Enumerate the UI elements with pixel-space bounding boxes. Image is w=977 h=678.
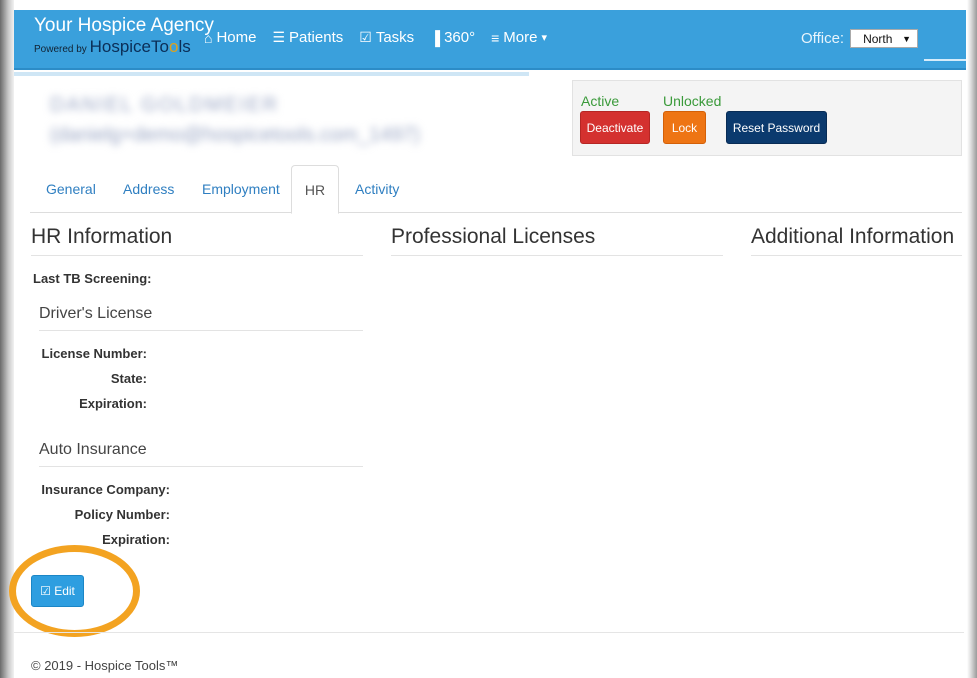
highlight-ring-annotation <box>9 545 140 637</box>
nav-more-label: More <box>503 29 538 46</box>
nav-patients[interactable]: ☰ Patients <box>272 29 343 46</box>
header-divider <box>14 72 529 76</box>
user-name: DANIEL GOLDMEIER <box>50 94 280 116</box>
home-icon: ⌂ <box>204 29 213 46</box>
policy-number-label: Policy Number: <box>74 507 170 522</box>
deactivate-button[interactable]: Deactivate <box>580 111 650 144</box>
page-shadow-right <box>967 0 977 678</box>
active-status-label: Active <box>581 93 620 109</box>
footer-copyright: © 2019 - Hospice Tools™ <box>31 658 179 673</box>
license-number-label: License Number: <box>41 346 147 361</box>
tab-hr[interactable]: HR <box>291 165 339 214</box>
tab-activity[interactable]: Activity <box>355 165 399 213</box>
reset-password-button[interactable]: Reset Password <box>726 111 827 144</box>
hr-information-heading: HR Information <box>31 225 363 256</box>
last-tb-screening-label: Last TB Screening: <box>33 271 152 286</box>
agency-name: Your Hospice Agency <box>34 15 214 36</box>
office-value: North <box>863 32 893 46</box>
powered-by-logo: Powered by HospiceTools <box>34 38 214 59</box>
nav-360[interactable]: ▐ 360° <box>430 29 475 46</box>
menu-icon: ≡ <box>491 29 500 46</box>
additional-information-heading: Additional Information <box>751 225 962 256</box>
lock-button[interactable]: Lock <box>663 111 706 144</box>
office-select[interactable]: North ▼ <box>850 29 919 48</box>
tab-address[interactable]: Address <box>123 165 174 213</box>
tab-general[interactable]: General <box>46 165 96 213</box>
license-expiration-label: Expiration: <box>79 396 147 411</box>
nav-more[interactable]: ≡ More ▾ <box>491 29 547 46</box>
nav-home-label: Home <box>216 29 257 46</box>
dropdown-caret-icon: ▼ <box>902 34 912 44</box>
tab-employment[interactable]: Employment <box>202 165 280 213</box>
state-label: State: <box>110 371 147 386</box>
office-label: Office: <box>801 30 845 47</box>
nav-tasks[interactable]: ☑ Tasks <box>359 29 414 46</box>
checkbox-icon: ☑ <box>359 29 372 45</box>
chevron-down-icon: ▾ <box>541 32 547 44</box>
powered-by-text: Powered by <box>34 44 87 55</box>
auto-insurance-heading: Auto Insurance <box>39 441 363 467</box>
main-nav: ⌂ Home ☰ Patients ☑ Tasks ▐ 360° ≡ More … <box>204 29 563 46</box>
brand[interactable]: Your Hospice Agency Powered by HospiceTo… <box>34 16 214 59</box>
bar-chart-icon: ▐ <box>430 29 441 46</box>
lock-status-label: Unlocked <box>663 93 722 109</box>
insurance-company-label: Insurance Company: <box>41 482 170 497</box>
top-navbar: Your Hospice Agency Powered by HospiceTo… <box>14 10 966 70</box>
profile-tabs: General Address Employment HR Activity <box>30 165 962 214</box>
office-selector: Office: North ▼ <box>801 29 919 48</box>
nav-home[interactable]: ⌂ Home <box>204 29 256 46</box>
nav-underline <box>924 59 966 61</box>
account-status-panel: Active Unlocked Deactivate Lock Reset Pa… <box>572 80 962 156</box>
nav-360-label: 360° <box>444 29 476 46</box>
nav-patients-label: Patients <box>289 29 344 46</box>
nav-tasks-label: Tasks <box>375 29 415 46</box>
list-icon: ☰ <box>272 29 286 45</box>
professional-licenses-heading: Professional Licenses <box>391 225 723 256</box>
drivers-license-heading: Driver's License <box>39 305 363 331</box>
insurance-expiration-label: Expiration: <box>102 532 170 547</box>
footer-divider <box>14 632 964 633</box>
hospicetools-logo: HospiceTools <box>89 37 191 56</box>
user-email: (danielg+demo@hospicetools.com_1497) <box>50 124 420 146</box>
